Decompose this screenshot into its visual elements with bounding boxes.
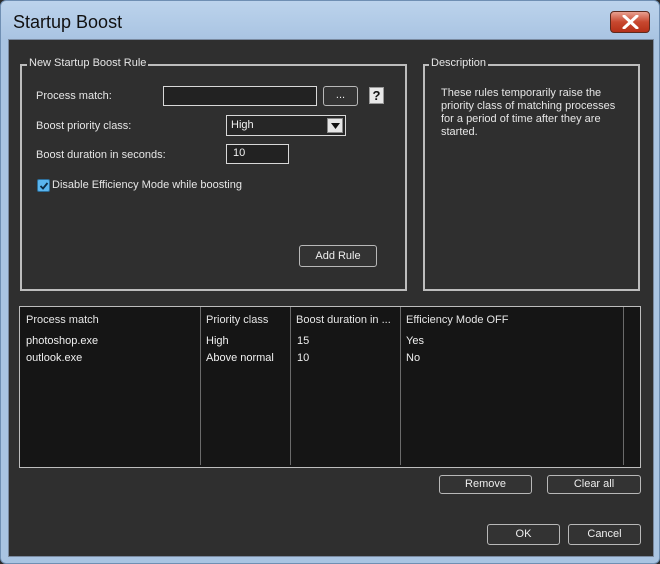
disable-efficiency-label[interactable]: Disable Efficiency Mode while boosting [52,179,242,191]
clear-all-button[interactable]: Clear all [547,475,641,494]
cell-boost-duration: 15 [297,335,310,347]
priority-select[interactable]: High [226,115,346,136]
cell-process-match: outlook.exe [26,352,83,364]
description-line: started. [441,126,478,138]
cancel-button[interactable]: Cancel [568,524,641,545]
description-group: Description These rules temporarily rais… [423,57,640,291]
priority-selected-value: High [231,119,254,131]
description-line: for a period of time after they are [441,113,601,125]
column-efficiency-mode [401,307,624,465]
process-match-input[interactable] [163,86,317,106]
description-line: priority class of matching processes [441,100,616,112]
rules-list[interactable]: Process match Priority class Boost durat… [19,306,641,468]
header-boost-duration[interactable]: Boost duration in ... [296,314,391,326]
new-rule-group: New Startup Boost Rule Process match: ..… [20,57,407,291]
column-process-match [20,307,201,465]
browse-button[interactable]: ... [323,86,358,106]
cell-efficiency-mode: Yes [406,335,424,347]
cell-efficiency-mode: No [406,352,421,364]
ok-button[interactable]: OK [487,524,560,545]
chevron-down-icon [331,123,340,129]
dialog-body: New Startup Boost Rule Process match: ..… [8,39,654,557]
window-title: Startup Boost [13,12,123,32]
remove-button[interactable]: Remove [439,475,532,494]
header-process-match[interactable]: Process match [26,314,99,326]
priority-dropdown-arrow[interactable] [327,118,343,133]
checkmark-icon [39,182,49,190]
cell-process-match: photoshop.exe [26,335,99,347]
header-efficiency-mode[interactable]: Efficiency Mode OFF [406,314,509,326]
duration-label: Boost duration in seconds: [36,149,166,161]
column-priority-class [201,307,291,465]
cell-boost-duration: 10 [297,352,310,364]
cell-priority-class: Above normal [206,352,274,364]
priority-label: Boost priority class: [36,120,132,132]
help-button[interactable]: ? [369,87,384,104]
column-boost-duration [291,307,401,465]
description-line: These rules temporarily raise the [441,87,602,99]
duration-input[interactable]: 10 [226,144,289,164]
startup-boost-dialog: Startup Boost New Startup Boost Rule Pro… [0,0,660,564]
disable-efficiency-checkbox[interactable] [37,179,50,192]
cell-priority-class: High [206,335,229,347]
description-group-title: Description [429,57,489,69]
new-rule-group-title: New Startup Boost Rule [27,57,149,69]
add-rule-button[interactable]: Add Rule [299,245,377,267]
process-match-label: Process match: [36,90,112,102]
close-button[interactable] [610,11,650,33]
title-bar[interactable]: Startup Boost [1,1,659,39]
header-priority-class[interactable]: Priority class [206,314,268,326]
close-icon [622,15,639,29]
